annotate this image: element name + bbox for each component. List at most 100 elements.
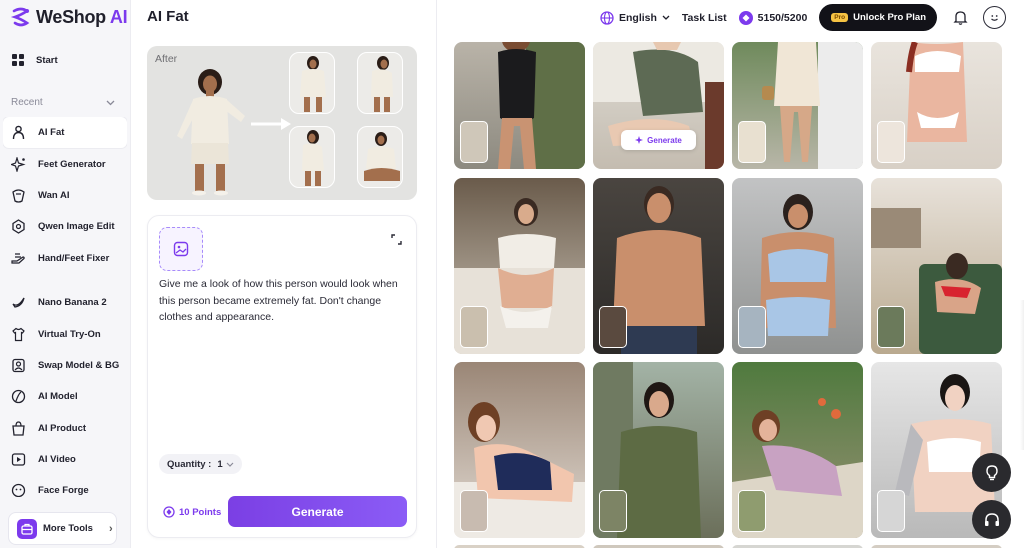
chevron-down-icon bbox=[662, 15, 670, 20]
points-coin-icon bbox=[163, 506, 175, 518]
source-thumbnail bbox=[599, 490, 627, 532]
banana-icon bbox=[10, 295, 26, 311]
brand-logo[interactable]: WeShop AI bbox=[10, 6, 128, 28]
sidebar-item-wan-ai[interactable]: Wan AI bbox=[3, 180, 127, 211]
gallery-card[interactable]: Generate bbox=[593, 42, 724, 169]
language-selector[interactable]: English bbox=[600, 10, 670, 25]
grid-icon bbox=[12, 54, 24, 66]
recent-label: Recent bbox=[11, 97, 43, 108]
tips-lightbulb-button[interactable] bbox=[972, 453, 1011, 492]
generate-button[interactable]: Generate bbox=[228, 496, 407, 527]
points-value: 5150/5200 bbox=[757, 11, 808, 24]
sidebar-item-label: Wan AI bbox=[38, 189, 70, 201]
sidebar-item-label: Qwen Image Edit bbox=[38, 221, 115, 233]
gallery-card[interactable] bbox=[454, 178, 585, 354]
quantity-select[interactable]: Quantity : 1 bbox=[159, 454, 242, 474]
sidebar-item-face-forge[interactable]: Face Forge bbox=[3, 475, 127, 497]
gallery-card[interactable] bbox=[871, 42, 1002, 169]
gallery-card[interactable] bbox=[732, 42, 863, 169]
prompt-card: Give me a look of how this person would … bbox=[147, 215, 417, 538]
source-thumbnail bbox=[738, 490, 766, 532]
sidebar-item-nano-banana-2[interactable]: Nano Banana 2 bbox=[3, 287, 127, 318]
sidebar-item-virtual-try-on[interactable]: Virtual Try-On bbox=[3, 318, 127, 349]
headset-icon bbox=[984, 512, 999, 526]
result-thumbnail bbox=[289, 126, 335, 188]
sidebar-item-label: AI Product bbox=[38, 422, 87, 434]
hand-icon bbox=[10, 250, 26, 266]
example-model-image bbox=[177, 69, 245, 196]
image-upload-button[interactable] bbox=[159, 227, 203, 271]
notification-bell-icon[interactable] bbox=[949, 7, 971, 29]
hover-generate-button[interactable]: Generate bbox=[621, 130, 696, 150]
brand-suffix: AI bbox=[109, 6, 128, 27]
unlock-pro-button[interactable]: Pro Unlock Pro Plan bbox=[819, 4, 937, 31]
sidebar-item-label: Hand/Feet Fixer bbox=[38, 252, 110, 264]
gallery-card[interactable] bbox=[593, 362, 724, 538]
language-label: English bbox=[618, 11, 657, 24]
sidebar-item-label: Swap Model & BG bbox=[38, 359, 120, 371]
result-thumbnail bbox=[289, 52, 335, 114]
pro-badge: Pro bbox=[831, 13, 849, 22]
more-tools-label: More Tools bbox=[43, 523, 93, 534]
image-upload-icon bbox=[173, 241, 189, 257]
top-bar: English Task List 5150/5200 Pro Unlock P… bbox=[600, 4, 1006, 31]
source-thumbnail bbox=[599, 306, 627, 348]
user-avatar[interactable] bbox=[983, 6, 1006, 29]
lightbulb-icon bbox=[985, 464, 998, 480]
wan-icon bbox=[10, 187, 26, 203]
gallery-card[interactable] bbox=[593, 178, 724, 354]
recent-section-toggle[interactable]: Recent bbox=[11, 97, 115, 108]
page-title: AI Fat bbox=[147, 8, 189, 25]
points-coin-icon bbox=[738, 10, 753, 25]
gallery-card[interactable] bbox=[732, 178, 863, 354]
points-balance[interactable]: 5150/5200 bbox=[738, 10, 808, 25]
sidebar-item-feet-generator[interactable]: Feet Generator bbox=[3, 148, 127, 179]
recent-tools-list: AI Fat Feet Generator Wan AI Qwen Image … bbox=[3, 117, 127, 497]
prompt-textarea[interactable]: Give me a look of how this person would … bbox=[159, 276, 409, 326]
shirt-icon bbox=[10, 326, 26, 342]
gallery-card[interactable] bbox=[454, 362, 585, 538]
support-headset-button[interactable] bbox=[972, 500, 1011, 539]
source-thumbnail bbox=[877, 121, 905, 163]
after-label: After bbox=[155, 53, 178, 65]
product-icon bbox=[10, 420, 26, 436]
more-tools-button[interactable]: More Tools › bbox=[8, 512, 117, 545]
source-thumbnail bbox=[460, 121, 488, 163]
sidebar-item-label: AI Model bbox=[38, 391, 78, 403]
smiley-icon bbox=[991, 15, 998, 21]
toolbox-icon bbox=[17, 518, 37, 539]
video-icon bbox=[10, 452, 26, 468]
sidebar-item-hand-feet-fixer[interactable]: Hand/Feet Fixer bbox=[3, 243, 127, 274]
brand-name: WeShop bbox=[36, 6, 106, 27]
qwen-icon bbox=[10, 219, 26, 235]
result-thumbnail bbox=[357, 52, 403, 114]
sidebar-item-ai-model[interactable]: AI Model bbox=[3, 381, 127, 412]
scrollbar[interactable] bbox=[1020, 300, 1024, 450]
sidebar-item-start[interactable]: Start bbox=[6, 48, 124, 72]
source-thumbnail bbox=[877, 490, 905, 532]
source-thumbnail bbox=[460, 306, 488, 348]
gallery-card[interactable] bbox=[732, 362, 863, 538]
sidebar-item-label: Feet Generator bbox=[38, 158, 106, 170]
face-icon bbox=[10, 483, 26, 497]
ai-fat-icon bbox=[10, 125, 26, 141]
chevron-down-icon bbox=[106, 100, 115, 105]
sidebar-item-label: Start bbox=[36, 54, 58, 66]
chevron-right-icon: › bbox=[108, 522, 113, 535]
unlock-pro-label: Unlock Pro Plan bbox=[853, 12, 926, 23]
source-thumbnail bbox=[738, 121, 766, 163]
sidebar-item-ai-video[interactable]: AI Video bbox=[3, 444, 127, 475]
sidebar-item-qwen-image-edit[interactable]: Qwen Image Edit bbox=[3, 211, 127, 242]
gallery-card[interactable] bbox=[454, 42, 585, 169]
sidebar-item-ai-fat[interactable]: AI Fat bbox=[3, 117, 127, 149]
sidebar-item-label: Virtual Try-On bbox=[38, 328, 101, 340]
swap-icon bbox=[10, 357, 26, 373]
points-cost: 10 Points bbox=[163, 506, 221, 518]
expand-icon[interactable] bbox=[391, 232, 402, 250]
sidebar-item-ai-product[interactable]: AI Product bbox=[3, 413, 127, 444]
globe-icon bbox=[600, 10, 614, 25]
weshop-logo-icon bbox=[10, 7, 30, 27]
gallery-card[interactable] bbox=[871, 178, 1002, 354]
sidebar-item-swap-model-bg[interactable]: Swap Model & BG bbox=[3, 350, 127, 381]
task-list-link[interactable]: Task List bbox=[682, 12, 727, 24]
